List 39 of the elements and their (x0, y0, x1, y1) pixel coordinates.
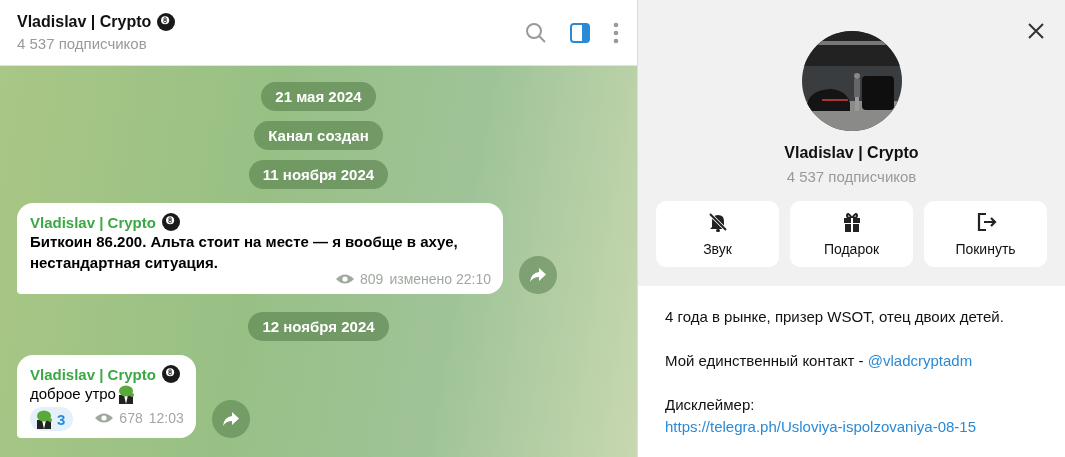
forward-button[interactable] (519, 256, 557, 294)
sticker-icon (34, 409, 54, 429)
billiard-ball-icon (161, 365, 180, 383)
view-count: 678 (119, 410, 143, 426)
eye-icon (95, 412, 114, 424)
action-button[interactable]: Звук (656, 201, 779, 267)
about-text: Дисклеймер: https://telegra.ph/Usloviya-ispolzovaniya-08-15 (665, 394, 1038, 438)
share-arrow-icon (529, 267, 547, 283)
billiard-ball-icon (157, 13, 176, 31)
forward-button[interactable] (211, 400, 250, 438)
more-menu-button[interactable] (613, 21, 619, 44)
share-arrow-icon (221, 411, 240, 427)
message-time: изменено 22:10 (389, 271, 491, 287)
link[interactable]: https://telegra.ph/Usloviya-ispolzovaniya-08-15 (665, 416, 1038, 438)
message-text: доброе утро (30, 384, 116, 404)
eye-icon (336, 273, 355, 285)
action-button[interactable]: Подарок (790, 201, 913, 267)
about-text: Мой единственный контакт - @vladcryptadm (665, 351, 974, 371)
message-text: Биткоин 86.200. Альта стоит на месте — я вообще в ахуе, нестандартная ситуация. (30, 232, 459, 273)
subscriber-count: 4 537 подписчиков (786, 168, 917, 185)
muted-bell-icon (706, 211, 729, 233)
subscriber-count: 4 537 подписчиков (17, 35, 148, 52)
message-author: Vladislav | Crypto (30, 365, 156, 383)
side-panel-button[interactable] (569, 21, 591, 44)
link[interactable]: @vladcryptadm (867, 352, 973, 369)
message-time: 12:03 (148, 410, 184, 426)
channel-name: Vladislav | Crypto (784, 144, 919, 162)
billiard-ball-icon (161, 213, 180, 231)
date-badge: 11 ноября 2024 (248, 160, 389, 189)
message-author: Vladislav | Crypto (30, 213, 156, 231)
date-badge: 21 мая 2024 (261, 82, 376, 111)
channel-title: Vladislav | Crypto (17, 13, 152, 31)
action-button[interactable]: Покинуть (924, 201, 1047, 267)
service-message: Канал создан (254, 121, 383, 150)
search-button[interactable] (525, 21, 547, 44)
close-button[interactable] (1027, 22, 1045, 40)
date-badge: 12 ноября 2024 (248, 312, 389, 341)
view-count: 809 (360, 271, 384, 287)
about-text: 4 года в рынке, призер WSOT, отец двоих детей. (665, 307, 1005, 327)
